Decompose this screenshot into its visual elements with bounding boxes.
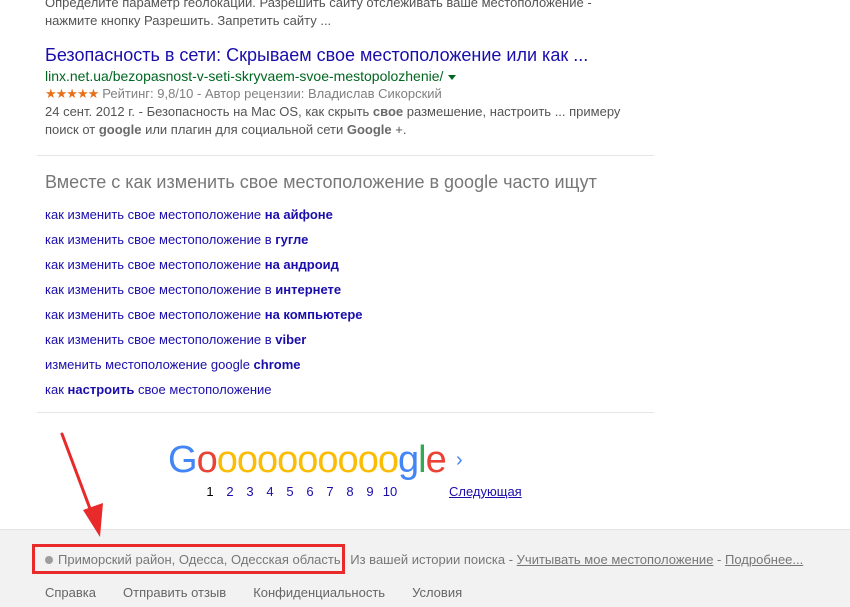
related-search-link[interactable]: как изменить свое местоположение на комп… [45, 302, 363, 327]
use-my-location-link[interactable]: Учитывать мое местоположение [517, 552, 714, 567]
related-searches-list: как изменить свое местоположение на айфо… [45, 202, 363, 402]
pager-logo: Goooooooooogle [168, 436, 447, 484]
related-search-link[interactable]: как изменить свое местоположение в viber [45, 327, 363, 352]
footer-link-terms[interactable]: Условия [412, 585, 462, 600]
snippet-bold: свое [372, 104, 404, 119]
footer-link-feedback[interactable]: Отправить отзыв [123, 585, 226, 600]
snippet-date: 24 сент. 2012 г. - [45, 104, 147, 119]
logo-letter: o [277, 439, 298, 481]
logo-letter: o [317, 439, 338, 481]
search-result: Безопасность в сети: Скрываем свое место… [45, 44, 655, 139]
result-url-text[interactable]: linx.net.ua/bezopasnost-v-seti-skryvaem-… [45, 68, 443, 84]
chevron-right-icon[interactable]: › [456, 449, 463, 472]
page-1: 1 [206, 484, 214, 499]
snippet-bold: google [98, 122, 142, 137]
page-4[interactable]: 4 [260, 484, 280, 499]
divider [37, 155, 654, 156]
page-2[interactable]: 2 [220, 484, 240, 499]
annotation-highlight-box [32, 544, 345, 574]
footer-link-privacy[interactable]: Конфиденциальность [253, 585, 385, 600]
location-source: Из вашей истории поиска [350, 552, 506, 567]
snippet-text: поиск от [45, 122, 99, 137]
logo-letter: l [418, 439, 427, 481]
url-dropdown-icon[interactable] [448, 74, 457, 80]
related-search-link[interactable]: изменить местоположение google chrome [45, 352, 363, 377]
page-6[interactable]: 6 [300, 484, 320, 499]
logo-letter: o [216, 439, 238, 481]
snippet-text: Безопасность на Mac OS, как скрыть [146, 104, 373, 119]
snippet-text: или плагин для социальной сети [141, 122, 347, 137]
related-searches-heading: Вместе с как изменить свое местоположени… [45, 172, 597, 192]
related-search-link[interactable]: как изменить свое местоположение на андр… [45, 252, 363, 277]
pager-numbers: 1 2 3 4 5 6 7 8 9 10 [200, 484, 400, 499]
logo-letter: o [196, 439, 218, 481]
page-10[interactable]: 10 [380, 484, 400, 499]
logo-letter: G [168, 439, 198, 481]
related-search-link[interactable]: как изменить свое местоположение в интер… [45, 277, 363, 302]
divider [37, 412, 654, 413]
previous-snippet-line-1: Определите параметр геолокации. Разрешит… [45, 0, 592, 10]
rating-stars-icon: ★★★★★ [45, 86, 99, 101]
logo-letter: o [377, 439, 399, 481]
footer-link-help[interactable]: Справка [45, 585, 96, 600]
page-5[interactable]: 5 [280, 484, 300, 499]
rating-line: ★★★★★ Рейтинг: 9,8/10 - Автор рецензии: В… [45, 85, 655, 103]
logo-letter: e [425, 439, 447, 481]
rating-text: Рейтинг: 9,8/10 - Автор рецензии: Владис… [102, 86, 442, 101]
separator: - [713, 552, 725, 567]
page-9[interactable]: 9 [360, 484, 380, 499]
footer-links: Справка Отправить отзыв Конфиденциальность… [45, 585, 489, 600]
related-search-link[interactable]: как изменить свое местоположение на айфо… [45, 202, 363, 227]
result-snippet: 24 сент. 2012 г. - Безопасность на Mac O… [45, 103, 655, 139]
logo-letter: g [397, 439, 419, 481]
related-search-link[interactable]: как изменить свое местоположение в гугле [45, 227, 363, 252]
logo-letter: o [337, 439, 359, 481]
result-title-link[interactable]: Безопасность в сети: Скрываем свое место… [45, 44, 655, 66]
previous-result-snippet: Определите параметр геолокации. Разрешит… [45, 0, 655, 30]
snippet-text: размешение, настроить ... примеру [403, 104, 621, 119]
separator: - [505, 552, 517, 567]
related-search-link[interactable]: как настроить свое местоположение [45, 377, 363, 402]
learn-more-link[interactable]: Подробнее... [725, 552, 803, 567]
result-url: linx.net.ua/bezopasnost-v-seti-skryvaem-… [45, 67, 655, 85]
page-3[interactable]: 3 [240, 484, 260, 499]
logo-letter: o [357, 439, 379, 481]
page-7[interactable]: 7 [320, 484, 340, 499]
previous-snippet-line-2: нажмите кнопку Разрешить. Запретить сайт… [45, 13, 332, 28]
logo-letter: o [236, 439, 258, 481]
page-8[interactable]: 8 [340, 484, 360, 499]
logo-letter: o [256, 439, 278, 481]
snippet-bold: Google [346, 122, 392, 137]
next-page-link[interactable]: Следующая [449, 484, 522, 499]
logo-letter: o [297, 439, 318, 481]
snippet-text: +. [391, 122, 407, 137]
